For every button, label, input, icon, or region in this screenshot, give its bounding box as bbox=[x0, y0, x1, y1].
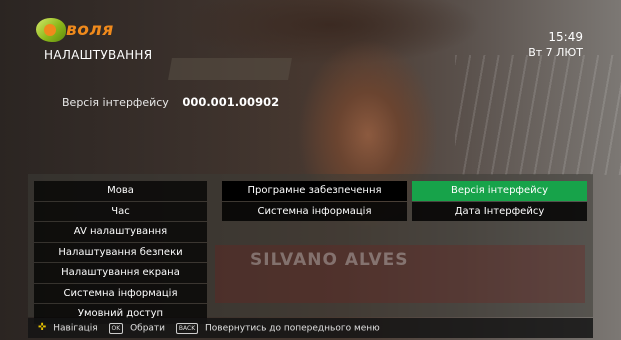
page-title: НАЛАШТУВАННЯ bbox=[44, 48, 153, 62]
settings-menu-column-sub: Програмне забезпечення Системна інформац… bbox=[222, 181, 407, 222]
submenu-item-system-information[interactable]: Системна інформація bbox=[222, 201, 407, 221]
background-overlay-name: SILVANO ALVES bbox=[250, 250, 409, 270]
menu-item-time[interactable]: Час bbox=[34, 201, 207, 221]
back-key-icon: BACK bbox=[175, 322, 199, 334]
ok-key-icon: OK bbox=[108, 322, 124, 334]
detail-item-interface-date[interactable]: Дата Інтерфейсу bbox=[412, 201, 587, 221]
brand-logo-mark-icon bbox=[36, 18, 66, 42]
settings-menu-column-detail: Версія інтерфейсу Дата Інтерфейсу bbox=[412, 181, 587, 222]
submenu-item-software[interactable]: Програмне забезпечення bbox=[222, 181, 407, 201]
navigation-arrows-icon: ✜ bbox=[38, 322, 47, 333]
menu-item-screen-settings[interactable]: Налаштування екрана bbox=[34, 263, 207, 283]
menu-item-language[interactable]: Мова bbox=[34, 181, 207, 201]
settings-menu-column-main: Мова Час AV налаштування Налаштування бе… bbox=[34, 181, 207, 325]
interface-version-info: Версія інтерфейсу 000.001.00902 bbox=[62, 95, 279, 109]
interface-version-value: 000.001.00902 bbox=[182, 95, 280, 109]
menu-item-system-information[interactable]: Системна інформація bbox=[34, 283, 207, 303]
hint-navigation: Навігація bbox=[53, 323, 98, 334]
hint-select: Обрати bbox=[130, 323, 166, 334]
detail-item-interface-version[interactable]: Версія інтерфейсу bbox=[412, 181, 587, 201]
hint-back: Повернутись до попереднього меню bbox=[205, 323, 380, 334]
menu-item-security-settings[interactable]: Налаштування безпеки bbox=[34, 242, 207, 262]
interface-version-label: Версія інтерфейсу bbox=[62, 96, 169, 109]
clock-date: Вт 7 ЛЮТ bbox=[528, 46, 583, 59]
background-banner bbox=[168, 58, 292, 80]
brand-logo: воля bbox=[36, 18, 113, 44]
background-stripes bbox=[455, 55, 621, 175]
menu-item-av-settings[interactable]: AV налаштування bbox=[34, 222, 207, 242]
brand-logo-text: воля bbox=[66, 20, 114, 40]
clock-time: 15:49 bbox=[548, 30, 583, 44]
hint-bar: ✜ Навігація OK Обрати BACK Повернутись д… bbox=[28, 318, 593, 338]
